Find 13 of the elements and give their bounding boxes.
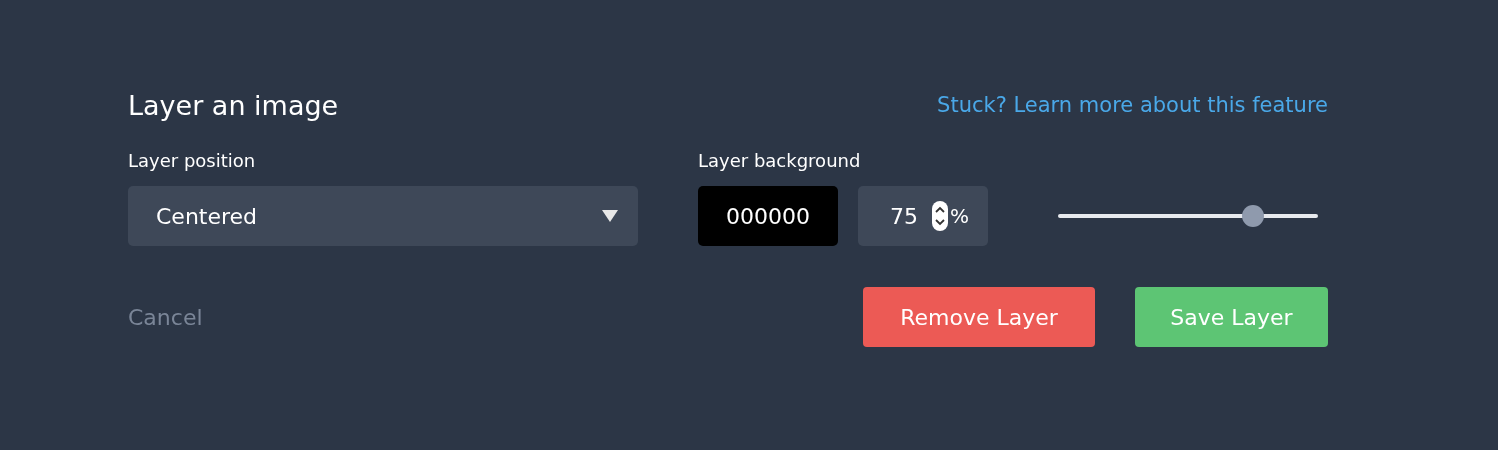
dialog-title: Layer an image [128,89,339,121]
slider-thumb[interactable] [1242,205,1264,227]
color-hex-field[interactable]: 000000 [698,186,838,246]
opacity-field[interactable]: 75 % [858,186,988,246]
help-link[interactable]: Stuck? Learn more about this feature [937,93,1328,117]
field-label: Layer position [128,150,256,172]
cancel-link[interactable]: Cancel [128,287,203,347]
remove-layer-button[interactable]: Remove Layer [863,287,1095,347]
opacity-slider[interactable] [1058,205,1318,227]
spinner-icon[interactable] [932,201,948,231]
field-label: Layer background [698,150,861,172]
position-dropdown[interactable]: Centered [128,186,638,246]
dropdown-caret-icon [602,210,618,222]
